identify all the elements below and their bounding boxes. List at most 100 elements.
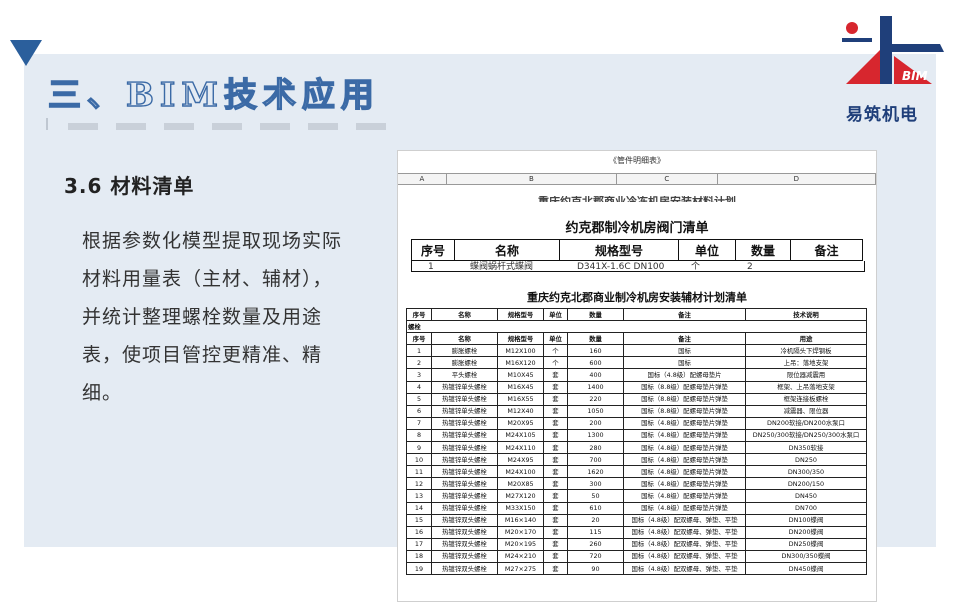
column-header: B	[447, 174, 618, 184]
table-cell: 国标（4.8级）配螺母垫片弹垫	[623, 465, 746, 479]
table-cell: M27X120	[497, 489, 544, 503]
table-cell: 热镀锌单头螺栓	[431, 380, 498, 394]
table-row: 19 热镀锌双头螺栓 M27×275 套 90 国标（4.8级）配双螺母、弹垫、平垫 DN4…	[406, 561, 867, 576]
sheet-caption: 《管件明细表》	[609, 156, 665, 165]
table-cell: 膨胀螺栓	[431, 344, 498, 358]
table-cell: 框架连接板螺栓	[745, 392, 867, 406]
title-underline-dashes	[46, 123, 390, 130]
valve-cell: 2	[747, 262, 753, 272]
table-cell: 套	[543, 549, 568, 563]
table-cell: 20	[567, 513, 624, 527]
table-cell: 框架、上吊落地支架	[745, 380, 867, 394]
table-cell: 11	[406, 465, 432, 479]
table-cell: 套	[543, 477, 568, 491]
table-cell: DN100蝶阀	[745, 513, 867, 527]
table-cell: 套	[543, 489, 568, 503]
table-cell: M27×275	[497, 561, 544, 576]
table-cell: 90	[567, 561, 624, 576]
table-cell: 280	[567, 441, 624, 455]
table-cell: 720	[567, 549, 624, 563]
table-cell: 单位	[543, 307, 568, 322]
valve-cell: 1	[428, 262, 434, 272]
table-cell: 300	[567, 477, 624, 491]
table-row: 9 热镀锌单头螺栓 M24X110 套 280 国标（4.8级）配螺母垫片弹垫 DN350软…	[406, 441, 867, 455]
table-row: 13 热镀锌单头螺栓 M27X120 套 50 国标（4.8级）配螺母垫片弹垫 DN450	[406, 489, 867, 503]
table-cell: M20×170	[497, 525, 544, 539]
column-header: D	[718, 174, 876, 184]
column-header: C	[617, 174, 718, 184]
table-cell: 国标（4.8级）配双螺母、弹垫、平垫	[623, 513, 746, 527]
table-cell: 5	[406, 392, 432, 406]
table-row: 4 热镀锌单头螺栓 M16X45 套 1400 国标（8.8级）配螺母垫片弹垫 框架、上吊落…	[406, 380, 867, 394]
table-cell: 国标	[623, 356, 746, 370]
table-cell: 套	[543, 513, 568, 527]
table-cell: M33X150	[497, 501, 544, 515]
table-cell: 8	[406, 428, 432, 443]
table-cell: 国标（8.8级）配螺母垫片弹垫	[623, 404, 746, 418]
table-cell: M20X85	[497, 477, 544, 491]
table-cell: M16×140	[497, 513, 544, 527]
table-cell: M24X95	[497, 453, 544, 467]
table-cell: 个	[543, 356, 568, 370]
table-cell: M24×210	[497, 549, 544, 563]
table-row: 10 热镀锌单头螺栓 M24X95 套 700 国标（4.8级）配螺母垫片弹垫 DN250	[406, 453, 867, 467]
table-row: 15 热镀锌双头螺栓 M16×140 套 20 国标（4.8级）配双螺母、弹垫、平垫 DN1…	[406, 513, 867, 527]
table-cell: M24X100	[497, 465, 544, 479]
table-cell: 数量	[567, 332, 624, 346]
table-cell: 2	[406, 356, 432, 370]
table-row: 8 热镀锌单头螺栓 M24X105 套 1300 国标（4.8级）配螺母垫片弹垫 DN250…	[406, 428, 867, 443]
table-cell: 国标（4.8级）配双螺母、弹垫、平垫	[623, 525, 746, 539]
table-cell: 国标（4.8级）配螺母垫片弹垫	[623, 428, 746, 443]
valve-cell: 蝶阀蜗杆式蝶阀	[470, 262, 534, 272]
table-cell: DN450蝶阀	[745, 561, 867, 576]
table-cell: 套	[543, 561, 568, 576]
table-cell: 限位器减震用	[745, 368, 867, 382]
body-paragraph: 根据参数化模型提取现场实际材料用量表（主材、辅材），并统计整理螺栓数量及用途表，…	[82, 230, 343, 404]
table-cell: 热镀锌单头螺栓	[431, 441, 498, 455]
table-cell: 套	[543, 501, 568, 515]
table-cell: 热镀锌单头螺栓	[431, 465, 498, 479]
table-cell: 3	[406, 368, 432, 382]
table-cell: 名称	[431, 332, 498, 346]
subtitle: 3.6 材料清单	[64, 174, 195, 198]
table-cell: 套	[543, 453, 568, 467]
table-row: 14 热镀锌单头螺栓 M33X150 套 610 国标（4.8级）配螺母垫片弹垫 DN700	[406, 501, 867, 515]
table-cell: M16X120	[497, 356, 544, 370]
logo-mark-text: BIM	[902, 69, 928, 83]
material-table: 序号 名称 规格型号 单位 数量 备注 技术说明 螺栓 序号 名称 规格型号 单位 数量 备注 用途 1 膨胀螺…	[406, 307, 867, 576]
table-row: 17 热镀锌双头螺栓 M20×195 套 260 国标（4.8级）配双螺母、弹垫、平垫 DN…	[406, 537, 867, 551]
valve-header: 规格型号	[559, 239, 679, 261]
table-cell: DN350软接	[745, 441, 867, 455]
table-cell: 国标（4.8级）配螺母垫片弹垫	[623, 489, 746, 503]
table-cell: 名称	[431, 307, 498, 322]
table-cell: DN250/300软接/DN250/300水泵口	[745, 428, 867, 443]
table-cell: DN450	[745, 489, 867, 503]
table-cell: 国标	[623, 344, 746, 358]
table-cell: 15	[406, 513, 432, 527]
valve-header: 备注	[790, 239, 863, 261]
table-cell: 16	[406, 525, 432, 539]
table-cell: 套	[543, 380, 568, 394]
table-cell: 用途	[745, 332, 867, 346]
cut-off-title: 重庆约克北郡商业冷冻机房安装材料计划清单	[538, 196, 738, 202]
table-cell: 热镀锌双头螺栓	[431, 549, 498, 563]
table-cell: 规格型号	[497, 307, 544, 322]
column-header: A	[398, 174, 447, 184]
table-cell: 平头螺栓	[431, 368, 498, 382]
table-cell: DN200软接/DN200水泵口	[745, 416, 867, 430]
valve-table: 序号 名称 规格型号 单位 数量 备注	[411, 239, 863, 261]
table-cell: DN300/350蝶阀	[745, 549, 867, 563]
table-row: 5 热镀锌单头螺栓 M16X55 套 220 国标（8.8级）配螺母垫片弹垫 框架连接板螺栓	[406, 392, 867, 406]
bolt-header-row: 序号 名称 规格型号 单位 数量 备注 用途	[406, 332, 867, 346]
table-cell: 热镀锌双头螺栓	[431, 537, 498, 551]
group-label: 螺栓	[406, 320, 867, 334]
valve-header: 单位	[678, 239, 736, 261]
table-cell: 热镀锌单头螺栓	[431, 392, 498, 406]
logo-text: 易筑机电	[846, 105, 918, 125]
table-cell: 套	[543, 465, 568, 479]
table-cell: M10X45	[497, 368, 544, 382]
column-header-row: A B C D	[398, 173, 876, 185]
table-row: 16 热镀锌双头螺栓 M20×170 套 115 国标（4.8级）配双螺母、弹垫、平垫 DN…	[406, 525, 867, 539]
table-row: 18 热镀锌双头螺栓 M24×210 套 720 国标（4.8级）配双螺母、弹垫、平垫 DN…	[406, 549, 867, 563]
table-cell: 减震器、限位器	[745, 404, 867, 418]
